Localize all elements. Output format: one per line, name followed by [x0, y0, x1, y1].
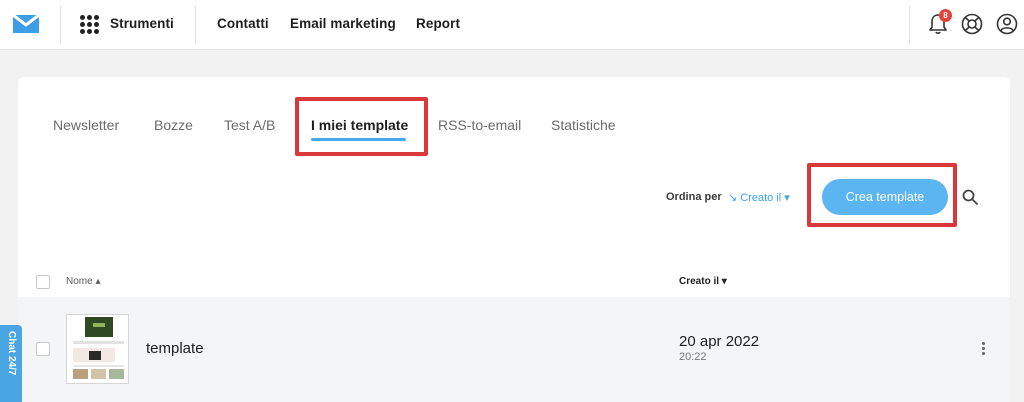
divider: [60, 6, 61, 44]
tab-newsletter[interactable]: Newsletter: [53, 117, 119, 133]
nav-contatti[interactable]: Contatti: [217, 16, 269, 31]
envelope-logo-icon[interactable]: [12, 13, 40, 35]
row-checkbox[interactable]: [36, 342, 50, 356]
chat-label: Chat 24/7: [6, 331, 17, 376]
lifebuoy-icon[interactable]: [960, 12, 984, 36]
column-header-created[interactable]: Creato il ▾: [679, 276, 727, 287]
divider: [195, 6, 196, 44]
divider: [909, 6, 910, 44]
chat-support-tab[interactable]: Chat 24/7: [0, 325, 22, 402]
tab-statistiche[interactable]: Statistiche: [551, 117, 616, 133]
template-thumbnail[interactable]: [66, 314, 129, 384]
tools-menu[interactable]: Strumenti: [110, 16, 174, 31]
user-icon[interactable]: [995, 12, 1019, 36]
nav-report[interactable]: Report: [416, 16, 460, 31]
template-name[interactable]: template: [146, 340, 204, 357]
created-date: 20 apr 2022: [679, 333, 760, 350]
highlight-box-button: [807, 163, 957, 227]
tab-test-ab[interactable]: Test A/B: [224, 117, 275, 133]
column-header-name[interactable]: Nome ▴: [66, 276, 100, 287]
sort-dropdown[interactable]: ↘ Creato il ▾: [728, 191, 790, 204]
search-icon[interactable]: [962, 189, 978, 205]
apps-grid-icon[interactable]: [80, 15, 99, 34]
select-all-checkbox[interactable]: [36, 275, 50, 289]
created-time: 20:22: [679, 351, 707, 363]
notification-count-badge: 8: [939, 9, 952, 22]
sort-label: Ordina per: [666, 191, 722, 203]
top-navigation-bar: Strumenti Contatti Email marketing Repor…: [0, 0, 1024, 50]
highlight-box-tab: [295, 97, 428, 156]
more-options-icon[interactable]: [980, 342, 986, 358]
nav-email-marketing[interactable]: Email marketing: [290, 16, 396, 31]
tab-rss-to-email[interactable]: RSS-to-email: [438, 117, 521, 133]
tab-bozze[interactable]: Bozze: [154, 117, 193, 133]
